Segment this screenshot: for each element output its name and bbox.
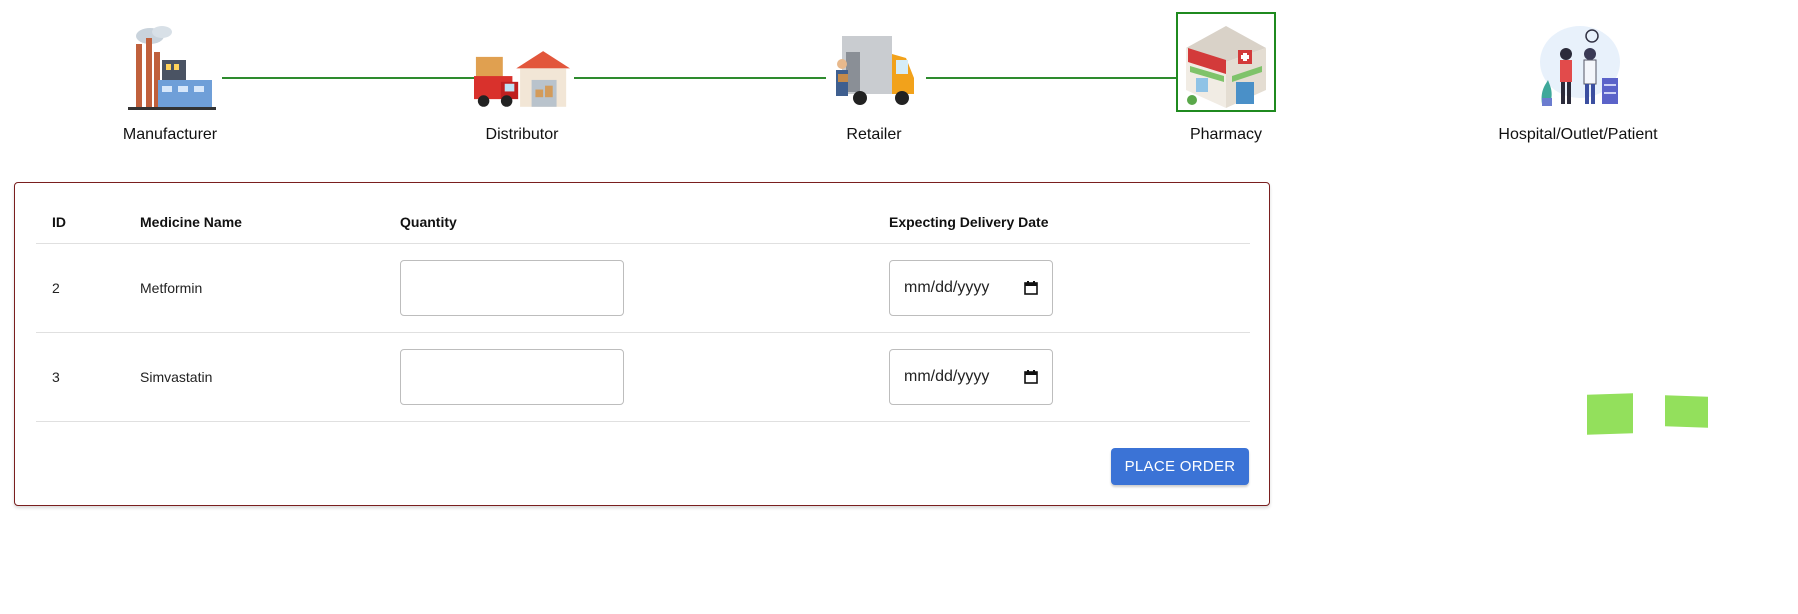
header-id: ID [36, 201, 124, 244]
step-label: Hospital/Outlet/Patient [1498, 126, 1658, 143]
row-medicine-name: Metformin [124, 243, 384, 333]
step-distributor[interactable]: Distributor [422, 12, 622, 144]
delivery-date-input[interactable]: mm/dd/yyyy [889, 348, 1053, 405]
step-label: Manufacturer [122, 126, 218, 143]
order-table: ID Medicine Name Quantity Expecting Deli… [36, 201, 1250, 422]
step-pharmacy[interactable]: Pharmacy [1126, 12, 1326, 144]
row-id: 3 [36, 332, 124, 422]
row-date-cell: mm/dd/yyyy [873, 243, 1250, 333]
step-retailer[interactable]: Retailer [774, 12, 974, 144]
pharmacy-building-icon [1176, 12, 1276, 112]
table-header-row: ID Medicine Name Quantity Expecting Deli… [36, 201, 1250, 244]
row-quantity-cell [384, 332, 873, 422]
step-manufacturer[interactable]: Manufacturer [70, 12, 270, 144]
date-placeholder: mm/dd/yyyy [904, 278, 990, 296]
quantity-input[interactable] [400, 259, 624, 316]
calendar-icon[interactable] [1024, 369, 1038, 384]
place-order-button[interactable]: PLACE ORDER [1111, 448, 1249, 485]
step-label: Distributor [485, 126, 559, 143]
date-placeholder: mm/dd/yyyy [904, 367, 990, 385]
doctor-patient-icon [1528, 12, 1628, 112]
row-date-cell: mm/dd/yyyy [873, 332, 1250, 422]
calendar-icon[interactable] [1024, 280, 1038, 295]
decorative-green-block [1665, 395, 1708, 428]
row-quantity-cell [384, 243, 873, 333]
step-label: Pharmacy [1189, 126, 1263, 143]
factory-icon [120, 12, 220, 112]
table-row: 2 Metformin mm/dd/yyyy [36, 243, 1250, 333]
quantity-input[interactable] [400, 348, 624, 405]
step-hospital-outlet-patient[interactable]: Hospital/Outlet/Patient [1478, 12, 1678, 144]
delivery-truck-warehouse-icon [472, 12, 572, 112]
row-medicine-name: Simvastatin [124, 332, 384, 422]
page: Manufacturer Distributor Retailer Pharma… [0, 0, 1798, 614]
header-medicine-name: Medicine Name [124, 201, 384, 244]
order-card: ID Medicine Name Quantity Expecting Deli… [14, 182, 1270, 506]
van-icon [824, 12, 924, 112]
header-quantity: Quantity [384, 201, 873, 244]
row-id: 2 [36, 243, 124, 333]
decorative-green-block [1587, 393, 1633, 435]
step-label: Retailer [846, 126, 902, 143]
header-delivery-date: Expecting Delivery Date [873, 201, 1250, 244]
delivery-date-input[interactable]: mm/dd/yyyy [889, 259, 1053, 316]
table-row: 3 Simvastatin mm/dd/yyyy [36, 332, 1250, 422]
